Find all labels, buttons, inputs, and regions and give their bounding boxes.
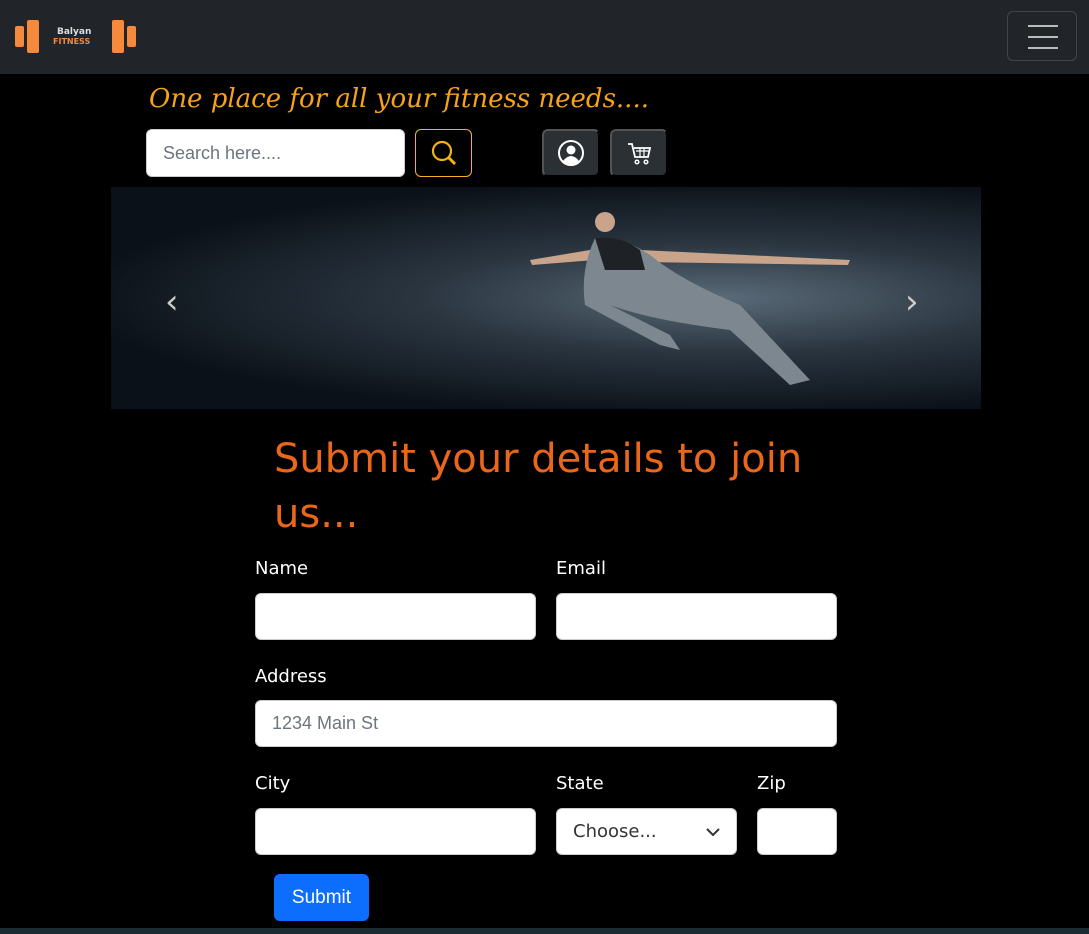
user-icon [558, 140, 584, 166]
search-icon [431, 140, 456, 166]
state-label: State [556, 773, 604, 794]
logo-subtext: FITNESS [53, 37, 91, 46]
carousel-next-button[interactable]: › [905, 282, 919, 322]
search-input[interactable] [146, 129, 405, 177]
account-button[interactable] [542, 129, 600, 177]
cart-icon [628, 143, 652, 165]
city-input[interactable] [255, 808, 536, 855]
carousel-prev-button[interactable]: ‹ [165, 282, 179, 322]
tagline: One place for all your fitness needs.... [149, 84, 649, 114]
logo-text: Balyan [57, 27, 92, 37]
navbar: Balyan FITNESS [0, 0, 1089, 74]
email-label: Email [556, 558, 606, 579]
zip-label: Zip [757, 773, 786, 794]
brand-logo[interactable]: Balyan FITNESS [15, 20, 140, 53]
menu-toggle-button[interactable] [1007, 11, 1077, 61]
email-input[interactable] [556, 593, 837, 640]
state-selected: Choose... [573, 821, 657, 842]
submit-button[interactable]: Submit [274, 874, 369, 921]
cart-button[interactable] [610, 129, 668, 177]
footer-edge [0, 928, 1089, 934]
state-select[interactable]: Choose... [556, 808, 737, 855]
search-button[interactable] [415, 129, 472, 177]
zip-input[interactable] [757, 808, 837, 855]
address-label: Address [255, 666, 327, 687]
name-input[interactable] [255, 593, 536, 640]
city-label: City [255, 773, 291, 794]
address-input[interactable] [255, 700, 837, 747]
form-title: Submit your details to join us... [274, 436, 803, 537]
chevron-down-icon [706, 827, 720, 836]
runner-image [530, 212, 850, 385]
name-label: Name [255, 558, 309, 579]
